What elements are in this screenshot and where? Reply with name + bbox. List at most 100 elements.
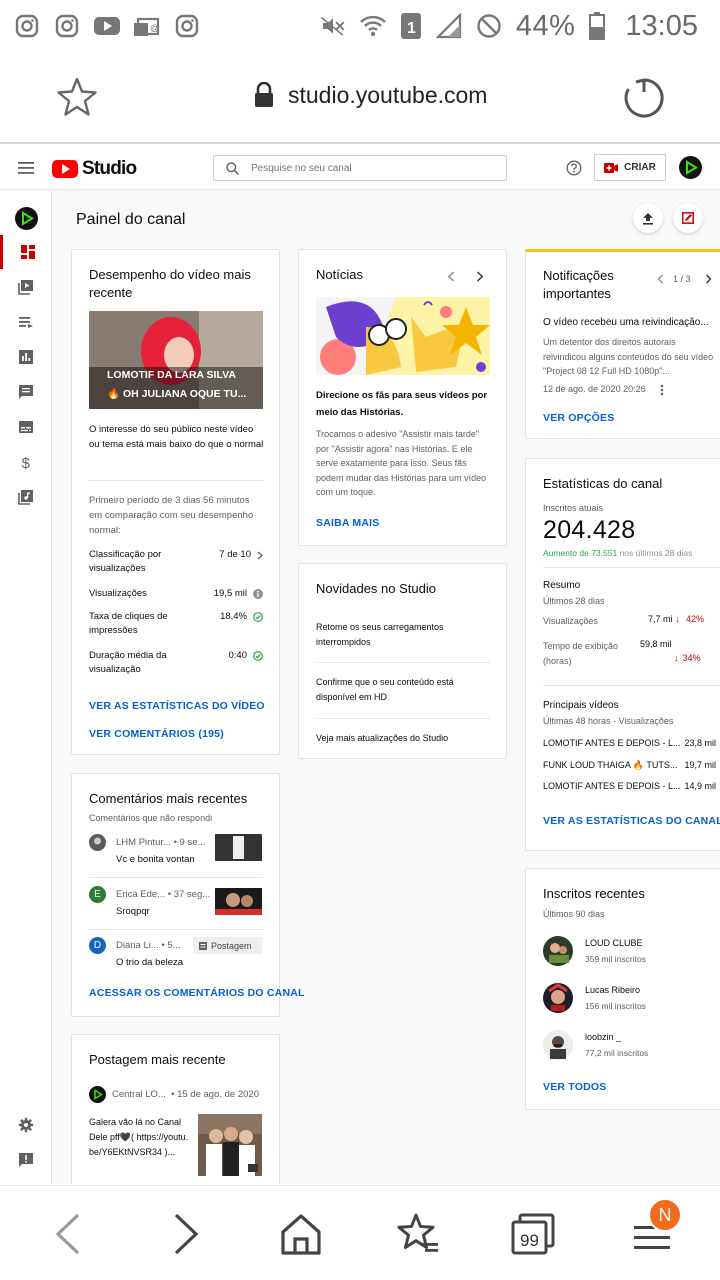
tabs-button[interactable]: 99 bbox=[511, 1212, 555, 1256]
subscriber-name: LOUD CLUBE bbox=[585, 938, 643, 948]
watch-time-change-row: ↓ 34% bbox=[674, 653, 701, 663]
chevron-left-icon[interactable] bbox=[447, 271, 455, 282]
studio-news-item[interactable]: Retome os seus carregamentos interrompid… bbox=[316, 620, 488, 650]
rail-channel-avatar[interactable] bbox=[0, 201, 52, 235]
important-notifications-card: Notificações importantes 1 / 3 O vídeo r… bbox=[525, 249, 720, 439]
upload-icon bbox=[643, 212, 653, 225]
account-avatar[interactable] bbox=[679, 156, 702, 179]
hamburger-menu-icon[interactable] bbox=[18, 161, 36, 175]
rail-item-subtitles[interactable] bbox=[0, 410, 52, 444]
post-image[interactable] bbox=[198, 1114, 262, 1176]
watch-time-value: 59,8 mil bbox=[640, 639, 672, 649]
subscribers-change-period: nos últimos 28 dias bbox=[619, 548, 693, 558]
check-circle-icon bbox=[253, 612, 263, 622]
rail-item-analytics[interactable] bbox=[0, 340, 52, 374]
rail-item-comments[interactable] bbox=[0, 375, 52, 409]
subscriber-item[interactable]: Lucas Ribeiro 156 mil inscritos bbox=[543, 983, 713, 1013]
edit-post-icon bbox=[682, 212, 694, 224]
more-vert-icon[interactable] bbox=[660, 384, 664, 396]
bookmarks-icon[interactable] bbox=[396, 1212, 440, 1256]
comment-text: Vc e bonita vontan bbox=[116, 854, 195, 865]
video-comments-link[interactable]: VER COMENTÁRIOS (195) bbox=[89, 728, 224, 740]
reload-icon[interactable] bbox=[622, 76, 666, 120]
studio-news-item[interactable]: Veja mais atualizações do Studio bbox=[316, 731, 488, 745]
comment-text: O trio da beleza bbox=[116, 957, 184, 968]
comment-video-thumbnail bbox=[215, 834, 262, 861]
subscribers-change: Aumento de 73.551 nos últimos 28 dias bbox=[543, 548, 692, 558]
home-icon[interactable] bbox=[279, 1212, 323, 1256]
arrow-down-icon: ↓ bbox=[674, 653, 679, 663]
url-text[interactable]: studio.youtube.com bbox=[288, 82, 487, 109]
rail-item-audio-library[interactable] bbox=[0, 480, 52, 514]
chevron-left-icon[interactable] bbox=[657, 274, 664, 284]
comment-item[interactable]: LHM Pintur... • 9 se... Vc e bonita vont… bbox=[89, 834, 263, 874]
top-video-row[interactable]: LOMOTIF ANTES E DEPOIS - L... 14,9 mil bbox=[543, 779, 716, 793]
rail-item-playlists[interactable] bbox=[0, 305, 52, 339]
page-title: Painel do canal bbox=[76, 211, 186, 228]
rail-item-dashboard[interactable] bbox=[0, 235, 52, 269]
view-options-link[interactable]: VER OPÇÕES bbox=[543, 412, 614, 424]
rail-item-feedback[interactable] bbox=[0, 1143, 52, 1177]
subscriber-count: 156 mil inscritos bbox=[585, 1001, 646, 1011]
chevron-right-icon[interactable] bbox=[476, 271, 484, 282]
search-input[interactable] bbox=[251, 162, 491, 174]
comment-time: • 37 seg... bbox=[167, 889, 211, 900]
back-arrow-icon[interactable] bbox=[48, 1212, 92, 1256]
post-author: Central LO... bbox=[112, 1089, 166, 1100]
metric-label: Classificação por visualizações bbox=[89, 549, 162, 574]
subscriber-item[interactable]: loobzin _ 77,2 mil inscritos bbox=[543, 1030, 713, 1060]
views-label: Visualizações bbox=[543, 616, 598, 626]
channel-comments-link[interactable]: ACESSAR OS COMENTÁRIOS DO CANAL bbox=[89, 987, 305, 999]
chevron-right-icon[interactable] bbox=[705, 274, 712, 284]
top-video-title: LOMOTIF ANTES E DEPOIS - L... bbox=[543, 781, 681, 791]
divider bbox=[89, 877, 263, 878]
divider bbox=[543, 567, 720, 568]
post-date: • 15 de ago. de 2020 bbox=[171, 1089, 259, 1100]
top-video-row[interactable]: FUNK LOUD THAIGA 🔥 TUTS... 19,7 mil bbox=[543, 758, 716, 772]
post-tag-label: Postagem bbox=[211, 940, 252, 951]
rail-item-monetization[interactable]: $ bbox=[0, 445, 52, 479]
subscriber-avatar bbox=[543, 983, 573, 1013]
news-body: Trocamos o adesivo "Assistir mais tarde"… bbox=[316, 429, 487, 497]
studio-news-item[interactable]: Confirme que o seu conteúdo está disponí… bbox=[316, 675, 488, 705]
check-circle-icon bbox=[253, 651, 263, 661]
forward-arrow-icon[interactable] bbox=[162, 1212, 206, 1256]
comment-item[interactable]: D Diana Li... • 5... O trio da beleza Po… bbox=[89, 937, 263, 977]
studio-logo-text: Studio bbox=[82, 158, 137, 179]
view-all-subscribers-link[interactable]: VER TODOS bbox=[543, 1081, 606, 1093]
top-video-row[interactable]: LOMOTIF ANTES E DEPOIS - L... 23,8 mil bbox=[543, 736, 716, 750]
bookmark-star-icon[interactable] bbox=[56, 76, 98, 118]
left-rail-nav: $ bbox=[0, 191, 52, 1184]
video-thumbnail[interactable]: LOMOTIF DA LARA SILVA 🔥 OH JULIANA OQUE … bbox=[89, 311, 263, 409]
feedback-icon bbox=[19, 1153, 33, 1167]
video-analytics-link[interactable]: VER AS ESTATÍSTICAS DO VÍDEO bbox=[89, 700, 265, 712]
top-video-views: 14,9 mil bbox=[684, 781, 716, 791]
top-video-title: LOMOTIF ANTES E DEPOIS - L... bbox=[543, 738, 681, 748]
sim-icon: 1 bbox=[400, 13, 422, 39]
subscriber-item[interactable]: LOUD CLUBE 359 mil inscritos bbox=[543, 936, 713, 966]
studio-logo[interactable]: Studio bbox=[52, 158, 137, 180]
rail-item-content[interactable] bbox=[0, 270, 52, 304]
create-post-button[interactable] bbox=[673, 203, 703, 233]
views-value: 7,7 mi bbox=[648, 614, 673, 624]
notification-body: Um detentor dos direitos autorais reivin… bbox=[543, 337, 714, 376]
info-icon[interactable] bbox=[253, 589, 263, 599]
views-metric: 7,7 mi ↓ 42% bbox=[648, 614, 704, 624]
news-headline: Direcione os fãs para seus vídeos por me… bbox=[316, 390, 488, 418]
divider bbox=[543, 685, 720, 686]
metric-row-avg-duration: Duração média da visualização 0:40 bbox=[89, 649, 263, 677]
learn-more-link[interactable]: SAIBA MAIS bbox=[316, 517, 379, 529]
browser-address-bar: studio.youtube.com bbox=[0, 52, 720, 144]
summary-period: Últimos 28 dias bbox=[543, 596, 605, 606]
rail-item-settings[interactable] bbox=[0, 1108, 52, 1142]
channel-search[interactable] bbox=[213, 155, 507, 181]
help-icon[interactable] bbox=[566, 160, 582, 176]
channel-analytics-link[interactable]: VER AS ESTATÍSTICAS DO CANAL bbox=[543, 815, 720, 827]
create-button[interactable]: CRIAR bbox=[594, 154, 666, 181]
battery-percent: 44% bbox=[515, 9, 576, 42]
audio-library-icon bbox=[18, 490, 33, 505]
metric-row-ranking[interactable]: Classificação por visualizações 7 de 10 bbox=[89, 548, 263, 576]
metric-value: 18,4% bbox=[220, 611, 247, 622]
comment-item[interactable]: E Erica Ede... • 37 seg... Sroqpqr bbox=[89, 886, 263, 926]
upload-button[interactable] bbox=[633, 203, 663, 233]
